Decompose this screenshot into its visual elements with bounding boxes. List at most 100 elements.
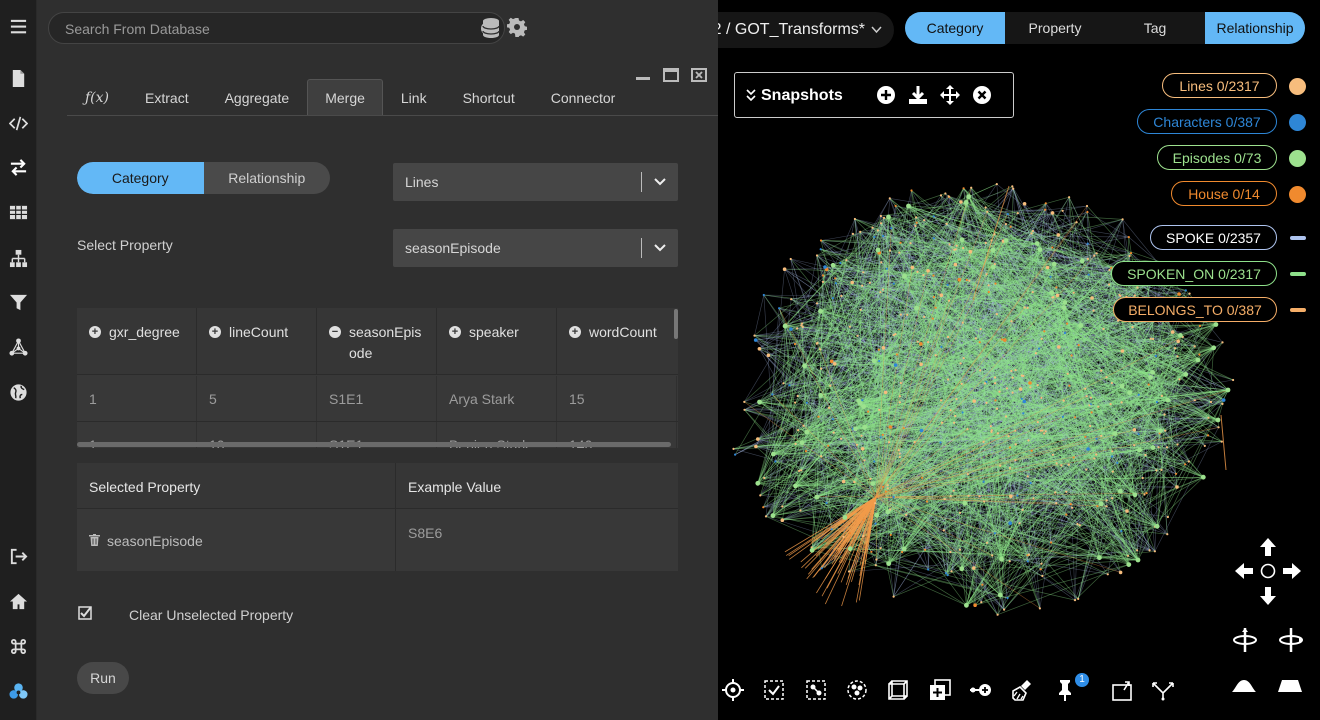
cluster-icon[interactable] — [845, 678, 869, 702]
export-frame-icon[interactable] — [1110, 678, 1134, 702]
add-column-icon[interactable]: + — [449, 326, 461, 338]
select-nodes-icon[interactable] — [804, 678, 828, 702]
reset-view-icon[interactable] — [1258, 561, 1278, 581]
add-column-icon[interactable]: + — [89, 326, 101, 338]
tab-aggregate[interactable]: Aggregate — [207, 79, 308, 116]
toggle-category[interactable]: Category — [77, 162, 204, 194]
hamburger-menu-icon[interactable] — [8, 16, 29, 37]
pan-down-icon[interactable] — [1258, 586, 1278, 606]
network-icon[interactable] — [8, 337, 29, 358]
graph-node — [1049, 290, 1055, 296]
hierarchy-icon[interactable] — [8, 248, 29, 269]
graph-node — [1068, 196, 1071, 199]
move-icon[interactable] — [940, 85, 960, 105]
trash-icon[interactable] — [89, 534, 100, 546]
target-icon[interactable] — [721, 678, 745, 702]
pan-right-icon[interactable] — [1282, 561, 1302, 581]
tab-extract[interactable]: Extract — [127, 79, 207, 116]
tab-shortcut[interactable]: Shortcut — [445, 79, 533, 116]
tab-merge[interactable]: Merge — [307, 79, 383, 116]
toggle-relationship[interactable]: Relationship — [204, 162, 331, 194]
clear-unselected-checkbox[interactable] — [78, 606, 92, 620]
select-check-icon[interactable] — [762, 678, 786, 702]
app-logo-icon[interactable] — [8, 681, 29, 702]
graph-node — [797, 429, 800, 432]
close-panel-icon[interactable] — [691, 68, 707, 82]
tilt-up-icon[interactable] — [1276, 676, 1304, 696]
project-selector[interactable]: Demo2 / GOT_Transforms* — [718, 12, 894, 48]
home-icon[interactable] — [8, 591, 29, 612]
tab-connector[interactable]: Connector — [533, 79, 634, 116]
graph-node — [847, 546, 853, 552]
add-snapshot-icon[interactable] — [876, 85, 896, 105]
legend-lines[interactable]: Lines 0/2317 — [1162, 73, 1277, 98]
property-select[interactable]: seasonEpisode — [393, 229, 678, 267]
rotate-vertical-icon[interactable] — [1278, 627, 1304, 653]
legend-belongs-to[interactable]: BELONGS_TO 0/387 — [1113, 297, 1277, 322]
graph-node — [959, 362, 962, 365]
graph-node — [1155, 400, 1158, 404]
view-tab-tag[interactable]: Tag — [1105, 12, 1205, 44]
add-column-icon[interactable]: + — [209, 326, 221, 338]
graph-node — [774, 460, 777, 463]
view-tab-category[interactable]: Category — [905, 12, 1005, 44]
collapse-chevron-icon[interactable] — [746, 89, 756, 101]
graph-node — [915, 221, 918, 224]
add-layer-icon[interactable] — [928, 678, 952, 702]
vertical-scrollbar[interactable] — [674, 309, 678, 339]
graph-node — [1137, 447, 1142, 453]
search-input[interactable] — [65, 19, 445, 39]
legend-characters[interactable]: Characters 0/387 — [1137, 109, 1277, 134]
maximize-icon[interactable] — [663, 68, 679, 82]
graph-node — [1188, 292, 1191, 295]
legend-spoke[interactable]: SPOKE 0/2357 — [1150, 225, 1277, 250]
add-column-icon[interactable]: + — [569, 326, 581, 338]
database-icon[interactable] — [481, 17, 501, 39]
graph-node — [899, 241, 902, 244]
logout-icon[interactable] — [8, 546, 29, 567]
graph-node — [925, 500, 929, 503]
graph-node — [1121, 218, 1124, 221]
pan-up-icon[interactable] — [1258, 537, 1278, 557]
minimize-icon[interactable] — [635, 68, 651, 82]
tab-function[interactable]: ƒ(x) — [67, 79, 127, 116]
run-button[interactable]: Run — [77, 662, 129, 694]
command-icon[interactable] — [8, 636, 29, 657]
view-tab-property[interactable]: Property — [1005, 12, 1105, 44]
graph-node — [815, 254, 819, 257]
globe-icon[interactable] — [8, 382, 29, 403]
graph-node — [1036, 384, 1039, 387]
graph-node — [794, 442, 797, 445]
graph-node — [910, 189, 913, 192]
tilt-down-icon[interactable] — [1230, 676, 1258, 696]
transform-arrows-icon[interactable] — [8, 157, 29, 178]
code-icon[interactable] — [8, 113, 29, 134]
tab-link[interactable]: Link — [383, 79, 445, 116]
graph-node — [1009, 225, 1012, 228]
broom-icon[interactable] — [1011, 678, 1035, 702]
legend-spoken-on[interactable]: SPOKEN_ON 0/2317 — [1111, 261, 1277, 286]
view-tab-relationship[interactable]: Relationship — [1205, 12, 1305, 44]
legend-episodes[interactable]: Episodes 0/73 — [1157, 145, 1277, 170]
graph-node — [1126, 562, 1132, 567]
remove-column-icon[interactable]: − — [329, 326, 341, 338]
pin-icon[interactable] — [1053, 678, 1077, 702]
gear-icon[interactable] — [507, 17, 527, 37]
add-edge-icon[interactable] — [969, 678, 993, 702]
3d-box-icon[interactable] — [886, 678, 910, 702]
close-snapshots-icon[interactable] — [972, 85, 992, 105]
filter-icon[interactable] — [8, 292, 29, 313]
document-icon[interactable] — [8, 68, 29, 89]
category-select[interactable]: Lines — [393, 163, 678, 201]
graph-node — [991, 554, 994, 557]
legend-house[interactable]: House 0/14 — [1171, 181, 1277, 206]
download-icon[interactable] — [908, 85, 928, 105]
graph-node — [1158, 428, 1163, 434]
pan-left-icon[interactable] — [1234, 561, 1254, 581]
graph-node — [1155, 469, 1158, 472]
table-icon[interactable] — [8, 202, 29, 223]
horizontal-scrollbar[interactable] — [77, 442, 671, 447]
category-relationship-toggle: Category Relationship — [77, 162, 330, 194]
rotate-horizontal-icon[interactable] — [1232, 627, 1258, 653]
split-branch-icon[interactable] — [1151, 678, 1175, 702]
